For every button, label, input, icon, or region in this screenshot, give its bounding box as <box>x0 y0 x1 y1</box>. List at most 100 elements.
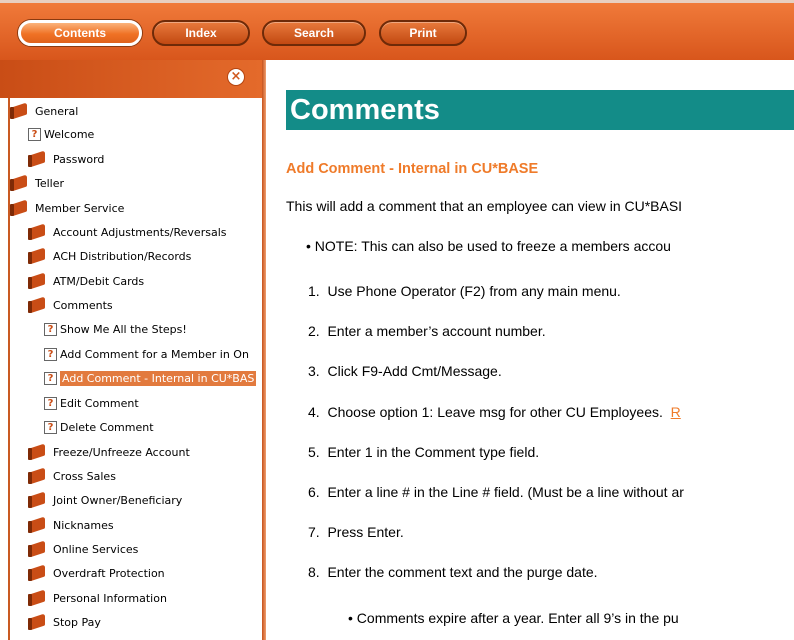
book-icon <box>28 249 47 264</box>
topic-content: Comments Add Comment - Internal in CU*BA… <box>266 60 794 640</box>
step-text: Enter 1 in the Comment type field. <box>327 444 540 460</box>
tree-item-label: Password <box>53 152 105 166</box>
tree-item-label: Freeze/Unfreeze Account <box>53 445 190 459</box>
step-number: 4. <box>308 404 320 420</box>
tree-item-label: Teller <box>35 176 65 190</box>
step-text: Enter a line # in the Line # field. (Mus… <box>327 484 684 500</box>
index-tab-button[interactable]: Index <box>152 20 250 46</box>
book-icon <box>28 274 47 289</box>
tree-item-label: Overdraft Protection <box>53 566 165 580</box>
book-icon <box>28 518 47 533</box>
book-icon <box>28 298 47 313</box>
step-1: 1. Use Phone Operator (F2) from any main… <box>308 283 621 299</box>
tree-item-label: ACH Distribution/Records <box>53 249 192 263</box>
step-3: 3. Click F9-Add Cmt/Message. <box>308 363 502 379</box>
book-icon <box>28 615 47 630</box>
tree-item-label: Cross Sales <box>53 469 116 483</box>
step-5: 5. Enter 1 in the Comment type field. <box>308 444 539 460</box>
step-text: Click F9-Add Cmt/Message. <box>327 363 502 379</box>
step-2: 2. Enter a member’s account number. <box>308 323 546 339</box>
tree-item-welcome[interactable]: ? Welcome <box>28 123 94 145</box>
help-page-icon: ? <box>28 127 41 141</box>
tree-item-atm-debit-cards[interactable]: ATM/Debit Cards <box>28 270 144 292</box>
step-text: Enter the comment text and the purge dat… <box>327 564 598 580</box>
tree-item-label: Account Adjustments/Reversals <box>53 225 227 239</box>
step-4-link[interactable]: R <box>671 404 681 420</box>
tree-item-label: Personal Information <box>53 591 167 605</box>
step-text: Enter a member’s account number. <box>327 323 546 339</box>
book-icon <box>28 493 47 508</box>
tree-item-label: Add Comment - Internal in CU*BAS <box>60 370 257 386</box>
tree-item-label: Member Service <box>35 201 125 215</box>
tree-item-add-comment-internal[interactable]: ? Add Comment - Internal in CU*BAS <box>44 367 257 389</box>
toolbar: Contents Index Search Print <box>0 0 794 60</box>
book-icon <box>28 469 47 484</box>
tree-item-freeze-unfreeze[interactable]: Freeze/Unfreeze Account <box>28 441 190 463</box>
step-number: 8. <box>308 564 320 580</box>
contents-pane: × General ? Welcome Password Teller Membe… <box>0 60 262 640</box>
close-pane-icon[interactable]: × <box>228 69 244 85</box>
tree-item-label: Show Me All the Steps! <box>60 322 187 336</box>
book-icon <box>28 225 47 240</box>
topic-subheading: Add Comment - Internal in CU*BASE <box>286 161 539 177</box>
tree-item-label: Stop Pay <box>53 615 101 629</box>
tree-item-cross-sales[interactable]: Cross Sales <box>28 465 116 487</box>
step-text: Choose option 1: Leave msg for other CU … <box>327 404 663 420</box>
tree-item-stop-pay[interactable]: Stop Pay <box>28 611 101 633</box>
book-icon <box>10 176 29 191</box>
contents-tree: General ? Welcome Password Teller Member … <box>8 98 262 640</box>
tree-item-overdraft-protection[interactable]: Overdraft Protection <box>28 562 165 584</box>
tree-item-label: General <box>35 104 79 118</box>
help-page-icon: ? <box>44 371 57 385</box>
contents-tab-button[interactable]: Contents <box>18 20 142 46</box>
step-number: 2. <box>308 323 320 339</box>
step-6: 6. Enter a line # in the Line # field. (… <box>308 484 684 500</box>
tree-item-online-services[interactable]: Online Services <box>28 538 138 560</box>
step-number: 6. <box>308 484 320 500</box>
page-title: Comments <box>286 90 794 130</box>
book-icon <box>28 542 47 557</box>
tree-item-label: Comments <box>53 298 113 312</box>
step-number: 5. <box>308 444 320 460</box>
tree-item-comments[interactable]: Comments <box>28 294 113 316</box>
tree-item-joint-owner[interactable]: Joint Owner/Beneficiary <box>28 489 182 511</box>
book-icon <box>28 566 47 581</box>
book-icon <box>28 591 47 606</box>
tree-item-personal-information[interactable]: Personal Information <box>28 587 167 609</box>
tree-item-label: Delete Comment <box>60 420 154 434</box>
help-page-icon: ? <box>44 322 57 336</box>
print-button[interactable]: Print <box>379 20 467 46</box>
tree-item-password[interactable]: Password <box>28 148 104 170</box>
help-page-icon: ? <box>44 347 57 361</box>
note-bullet: • NOTE: This can also be used to freeze … <box>306 238 671 254</box>
step-text: Use Phone Operator (F2) from any main me… <box>327 283 621 299</box>
help-page-icon: ? <box>44 420 57 434</box>
tree-item-label: Edit Comment <box>60 396 139 410</box>
tree-item-label: Nicknames <box>53 518 114 532</box>
tree-item-nicknames[interactable]: Nicknames <box>28 514 114 536</box>
book-icon <box>28 445 47 460</box>
tree-item-label: Welcome <box>44 127 95 141</box>
step-number: 3. <box>308 363 320 379</box>
tree-item-ach-distribution[interactable]: ACH Distribution/Records <box>28 245 191 267</box>
tree-item-general[interactable]: General <box>10 100 78 122</box>
book-icon <box>10 201 29 216</box>
step-4: 4. Choose option 1: Leave msg for other … <box>308 404 681 420</box>
help-page-icon: ? <box>44 396 57 410</box>
step-text: Press Enter. <box>327 524 404 540</box>
tree-item-teller[interactable]: Teller <box>10 172 64 194</box>
tree-item-account-adjustments[interactable]: Account Adjustments/Reversals <box>28 221 226 243</box>
tree-item-delete-comment[interactable]: ? Delete Comment <box>44 416 154 438</box>
tree-item-member-service[interactable]: Member Service <box>10 197 124 219</box>
contents-pane-header: × <box>0 60 262 98</box>
search-tab-button[interactable]: Search <box>262 20 366 46</box>
tree-item-label: Online Services <box>53 542 139 556</box>
step-7: 7. Press Enter. <box>308 524 404 540</box>
tree-item-add-comment-member[interactable]: ? Add Comment for a Member in On <box>44 343 249 365</box>
intro-paragraph: This will add a comment that an employee… <box>286 198 683 214</box>
tree-item-edit-comment[interactable]: ? Edit Comment <box>44 392 139 414</box>
tree-item-show-me-all-steps[interactable]: ? Show Me All the Steps! <box>44 318 187 340</box>
book-icon <box>28 152 47 167</box>
tree-item-label: Joint Owner/Beneficiary <box>53 493 183 507</box>
tree-item-label: ATM/Debit Cards <box>53 274 145 288</box>
